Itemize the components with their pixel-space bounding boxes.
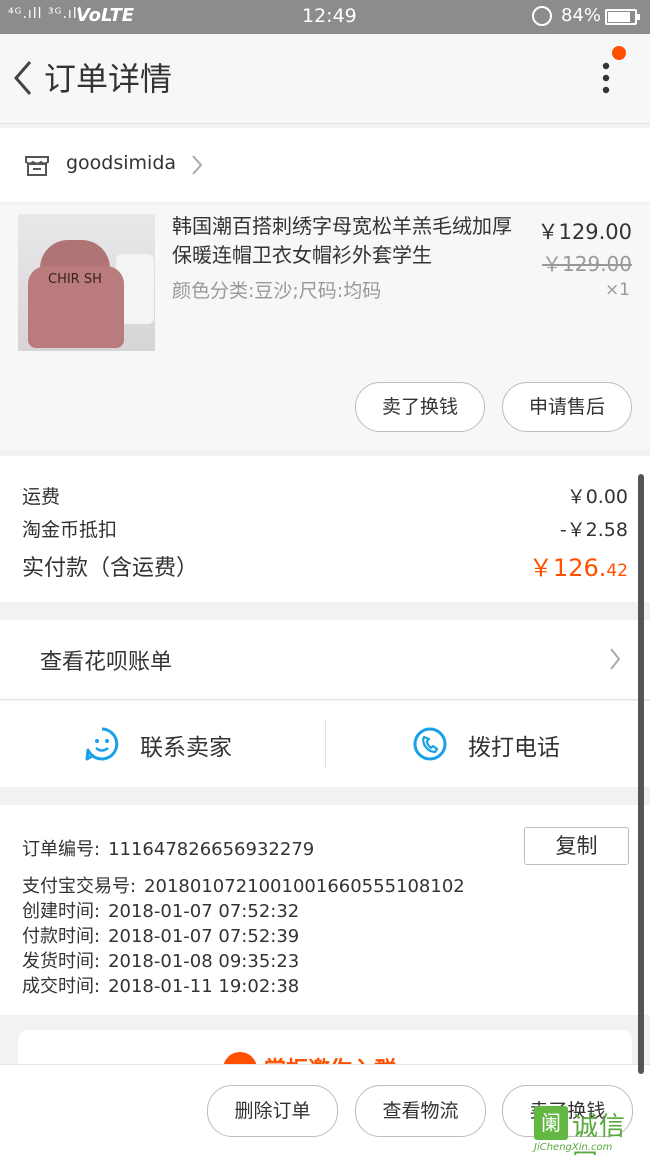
signal-indicator: ⁴ᴳ.ıll ³ᴳ.ıll (8, 6, 83, 22)
order-number-row: 订单编号: 111647826656932279 (22, 835, 314, 861)
alipay-number-label: 支付宝交易号: (22, 876, 137, 897)
store-icon (25, 156, 49, 176)
scrollbar[interactable] (638, 474, 644, 1074)
delete-order-button[interactable]: 删除订单 (207, 1085, 338, 1137)
order-number-label: 订单编号: (22, 839, 101, 860)
shipping-row: 运费 ￥0.00 (22, 482, 628, 509)
paid-time-row: 付款时间: 2018-01-07 07:52:39 (22, 922, 299, 948)
order-number: 111647826656932279 (108, 839, 315, 860)
total-paid-row: 实付款（含运费） ￥126.42 (22, 550, 628, 582)
page-title: 订单详情 (44, 60, 173, 98)
huabei-bill-label: 查看花呗账单 (40, 650, 173, 675)
rotation-lock-icon (532, 6, 552, 26)
alipay-number-row: 支付宝交易号: 2018010721001001660555108102 (22, 872, 465, 898)
total-paid-cents: 42 (606, 561, 628, 581)
shipped-time: 2018-01-08 09:35:23 (108, 951, 300, 972)
clock: 12:49 (302, 5, 357, 27)
notification-dot (612, 46, 626, 60)
created-time: 2018-01-07 07:52:32 (108, 901, 300, 922)
contact-bar: 联系卖家 拨打电话 (0, 701, 650, 787)
back-arrow-icon[interactable] (10, 56, 36, 100)
status-bar: ⁴ᴳ.ıll ³ᴳ.ıll VoLTE 12:49 84% (0, 0, 650, 34)
huabei-bill-row[interactable]: 查看花呗账单 (0, 620, 650, 700)
product-image-lettering: CHIR SH (48, 272, 102, 287)
battery-icon (605, 9, 640, 25)
product-price: ￥129.00 (537, 220, 632, 244)
total-paid-main: ￥126. (528, 554, 607, 582)
product-title[interactable]: 韩国潮百搭刺绣字母宽松羊羔毛绒加厚保暖连帽卫衣女帽衫外套学生 (172, 212, 524, 270)
closed-time-label: 成交时间: (22, 976, 101, 997)
nav-bar: 订单详情 (0, 34, 650, 124)
chevron-right-icon (610, 648, 621, 670)
watermark-url: JiChengXin.com (534, 1142, 613, 1153)
product-image[interactable]: CHIR SH (18, 214, 155, 351)
more-options-icon[interactable] (594, 56, 618, 100)
coin-deduction-label: 淘金币抵扣 (22, 519, 118, 541)
view-logistics-button[interactable]: 查看物流 (355, 1085, 486, 1137)
shop-name[interactable]: goodsimida (66, 152, 176, 174)
alipay-number: 2018010721001001660555108102 (144, 876, 465, 897)
network-label: VoLTE (76, 5, 135, 26)
copy-button[interactable]: 复制 (524, 827, 629, 865)
sell-for-cash-button[interactable]: 卖了换钱 (355, 382, 485, 432)
contact-seller-label: 联系卖家 (140, 735, 232, 761)
battery-fill (608, 12, 630, 22)
paid-time: 2018-01-07 07:52:39 (108, 926, 300, 947)
original-price: ￥129.00 (542, 252, 632, 276)
order-info: 订单编号: 111647826656932279 复制 支付宝交易号: 201801… (0, 805, 650, 1015)
phone-icon (413, 727, 447, 761)
product-quantity: ×1 (604, 280, 630, 300)
call-label: 拨打电话 (468, 735, 560, 761)
chat-face-icon (85, 727, 119, 761)
contact-seller-button[interactable]: 联系卖家 (84, 701, 324, 787)
shipped-time-row: 发货时间: 2018-01-08 09:35:23 (22, 947, 299, 973)
created-time-label: 创建时间: (22, 901, 101, 922)
battery-percent: 84% (561, 5, 602, 26)
call-button[interactable]: 拨打电话 (412, 701, 650, 787)
divider (325, 719, 326, 769)
chevron-right-icon (192, 155, 203, 175)
shipped-time-label: 发货时间: (22, 951, 101, 972)
watermark-logo: 阑 诚信网 JiChengXin.com (534, 1104, 648, 1155)
closed-time-row: 成交时间: 2018-01-11 19:02:38 (22, 972, 299, 998)
total-paid-value: ￥126.42 (529, 548, 628, 583)
cost-summary: 运费 ￥0.00 淘金币抵扣 -￥2.58 实付款（含运费） ￥126.42 (0, 456, 650, 602)
shipping-value: ￥0.00 (566, 486, 628, 508)
watermark-mark: 阑 (534, 1106, 568, 1140)
total-paid-label: 实付款（含运费） (22, 556, 199, 581)
closed-time: 2018-01-11 19:02:38 (108, 976, 300, 997)
coin-deduction-value: -￥2.58 (559, 519, 628, 541)
created-time-row: 创建时间: 2018-01-07 07:52:32 (22, 897, 299, 923)
after-sale-button[interactable]: 申请售后 (502, 382, 632, 432)
shipping-label: 运费 (22, 486, 61, 508)
paid-time-label: 付款时间: (22, 926, 101, 947)
product-spec: 颜色分类:豆沙;尺码:均码 (172, 280, 382, 302)
coin-deduction-row: 淘金币抵扣 -￥2.58 (22, 515, 628, 542)
shop-row[interactable]: goodsimida (0, 128, 650, 202)
order-item[interactable]: CHIR SH 韩国潮百搭刺绣字母宽松羊羔毛绒加厚保暖连帽卫衣女帽衫外套学生 颜… (0, 204, 650, 450)
